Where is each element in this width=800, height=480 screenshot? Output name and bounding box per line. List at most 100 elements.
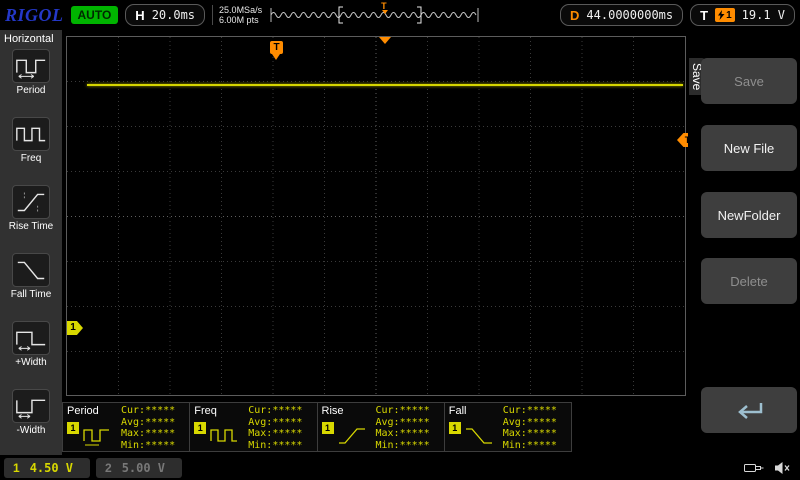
measurement-panel-freq: Freq 1 Cur:***** Avg:***** Max:***** Min…: [190, 403, 318, 451]
sidebar-item-label: Fall Time: [10, 289, 52, 300]
measurement-name: Fall: [448, 405, 467, 417]
speaker-muted-icon: [775, 461, 790, 474]
preview-wave-icon: [270, 6, 479, 24]
max-value: Max:*****: [121, 428, 176, 439]
measurement-panel-fall: Fall 1 Cur:***** Avg:***** Max:***** Min…: [445, 403, 571, 451]
usb-icon: [744, 463, 764, 472]
sidebar-item-rise-time[interactable]: Rise Time: [0, 185, 62, 251]
acquisition-info: 25.0MSa/s 6.00M pts: [212, 5, 262, 25]
delay-offset-box: D 44.0000000ms: [560, 4, 684, 26]
sidebar-item-label: +Width: [15, 357, 47, 368]
cur-value: Cur:*****: [502, 405, 557, 416]
measurement-values: Cur:***** Avg:***** Max:***** Min:*****: [121, 405, 175, 451]
sidebar-item-label: Period: [16, 85, 46, 96]
measurement-name: Period: [67, 405, 99, 417]
minus-width-icon: [12, 389, 50, 423]
avg-value: Avg:*****: [121, 416, 176, 428]
avg-value: Avg:*****: [248, 416, 303, 428]
trigger-source-badge: 1: [715, 8, 735, 22]
measurement-values: Cur:***** Avg:***** Max:***** Min:*****: [503, 405, 557, 451]
horizontal-label: H: [135, 7, 145, 23]
run-status-badge: AUTO: [70, 6, 119, 24]
max-value: Max:*****: [248, 428, 303, 439]
min-value: Min:*****: [248, 439, 303, 451]
plus-width-icon: [12, 321, 50, 355]
new-file-button[interactable]: New File: [701, 125, 797, 171]
channel-status-bar: 1 4.50 V 2 5.00 V: [0, 455, 800, 480]
freq-icon: [12, 117, 50, 151]
measurement-name: Freq: [194, 405, 217, 417]
back-return-button[interactable]: [701, 387, 797, 433]
rise-time-icon: [337, 426, 367, 451]
delete-button[interactable]: Delete: [701, 258, 797, 304]
waveform-trace-ch1: [87, 84, 683, 86]
channel-badge: 1: [67, 422, 79, 434]
system-status-icons: [744, 461, 796, 475]
cur-value: Cur:*****: [248, 405, 303, 416]
avg-value: Avg:*****: [375, 416, 430, 428]
measurement-panel-rise: Rise 1 Cur:***** Avg:***** Max:***** Min…: [318, 403, 445, 451]
measurement-values: Cur:***** Avg:***** Max:***** Min:*****: [248, 405, 302, 451]
period-icon: [12, 49, 50, 83]
channel2-badge: 2: [105, 460, 112, 475]
delay-value: 44.0000000ms: [586, 8, 674, 22]
sidebar-item-label: Freq: [20, 153, 42, 164]
freq-icon: [209, 426, 239, 451]
min-value: Min:*****: [375, 439, 430, 451]
measurement-name: Rise: [321, 405, 344, 417]
channel2-scale-value: 5.00 V: [121, 460, 166, 475]
sidebar-item-label: -Width: [16, 425, 46, 436]
cur-value: Cur:*****: [375, 405, 430, 416]
trigger-position-flag[interactable]: T: [270, 41, 283, 60]
memory-depth-label: 6.00M pts: [219, 15, 259, 25]
sidebar-item-minus-width[interactable]: -Width: [0, 389, 62, 455]
trigger-status-box: T 1 19.1 V: [690, 4, 795, 26]
max-value: Max:*****: [375, 428, 430, 439]
graticule: [67, 37, 685, 395]
channel-badge: 1: [448, 422, 461, 434]
trigger-level-value: 19.1 V: [741, 8, 785, 22]
trigger-center-marker-icon: [379, 37, 391, 44]
channel1-scale-value: 4.50 V: [29, 460, 74, 475]
sidebar-item-freq[interactable]: Freq: [0, 117, 62, 183]
delay-label: D: [570, 7, 580, 23]
avg-value: Avg:*****: [502, 416, 557, 428]
fall-time-icon: [12, 253, 50, 287]
trigger-edge-icon: [718, 10, 725, 20]
measurement-values: Cur:***** Avg:***** Max:***** Min:*****: [376, 405, 430, 451]
return-arrow-icon: [738, 403, 763, 419]
sidebar-item-label: Rise Time: [8, 221, 54, 232]
max-value: Max:*****: [502, 428, 557, 439]
new-folder-button[interactable]: NewFolder: [701, 192, 797, 238]
channel-badge: 1: [321, 422, 334, 434]
min-value: Min:*****: [502, 439, 557, 451]
sidebar-item-period[interactable]: Period: [0, 49, 62, 115]
waveform-preview: T: [269, 1, 481, 27]
sidebar-item-plus-width[interactable]: +Width: [0, 321, 62, 387]
period-icon: [82, 426, 112, 451]
channel-badge: 1: [194, 422, 207, 434]
channel1-status-box[interactable]: 1 4.50 V: [4, 457, 90, 478]
preview-trigger-marker: T: [381, 1, 388, 14]
trigger-source-channel: 1: [726, 9, 732, 21]
channel2-status-box[interactable]: 2 5.00 V: [96, 457, 182, 478]
brand-logo: RIGOL: [5, 4, 64, 25]
top-status-bar: RIGOL AUTO H 20.0ms 25.0MSa/s 6.00M pts …: [0, 0, 800, 30]
save-button[interactable]: Save: [701, 58, 797, 104]
horizontal-timebase-box: H 20.0ms: [125, 4, 206, 26]
min-value: Min:*****: [121, 439, 176, 451]
fall-time-icon: [464, 426, 494, 451]
cur-value: Cur:*****: [121, 405, 176, 416]
sample-rate-label: 25.0MSa/s: [219, 5, 263, 15]
channel1-badge: 1: [13, 460, 20, 475]
trigger-label: T: [700, 7, 709, 23]
rise-time-icon: [12, 185, 50, 219]
sidebar-item-fall-time[interactable]: Fall Time: [0, 253, 62, 319]
measurement-results-row: Period 1 Cur:***** Avg:***** Max:***** M…: [62, 402, 572, 452]
softkey-menu: Save Save New File NewFolder Delete: [688, 30, 800, 455]
scope-display: T 1 T: [66, 36, 694, 396]
measurement-panel-period: Period 1 Cur:***** Avg:***** Max:***** M…: [63, 403, 191, 451]
measure-sidebar-title: Horizontal: [4, 33, 54, 45]
timebase-value: 20.0ms: [151, 8, 196, 22]
measure-sidebar: Horizontal Period Freq Rise Time Fall Ti…: [0, 30, 62, 455]
